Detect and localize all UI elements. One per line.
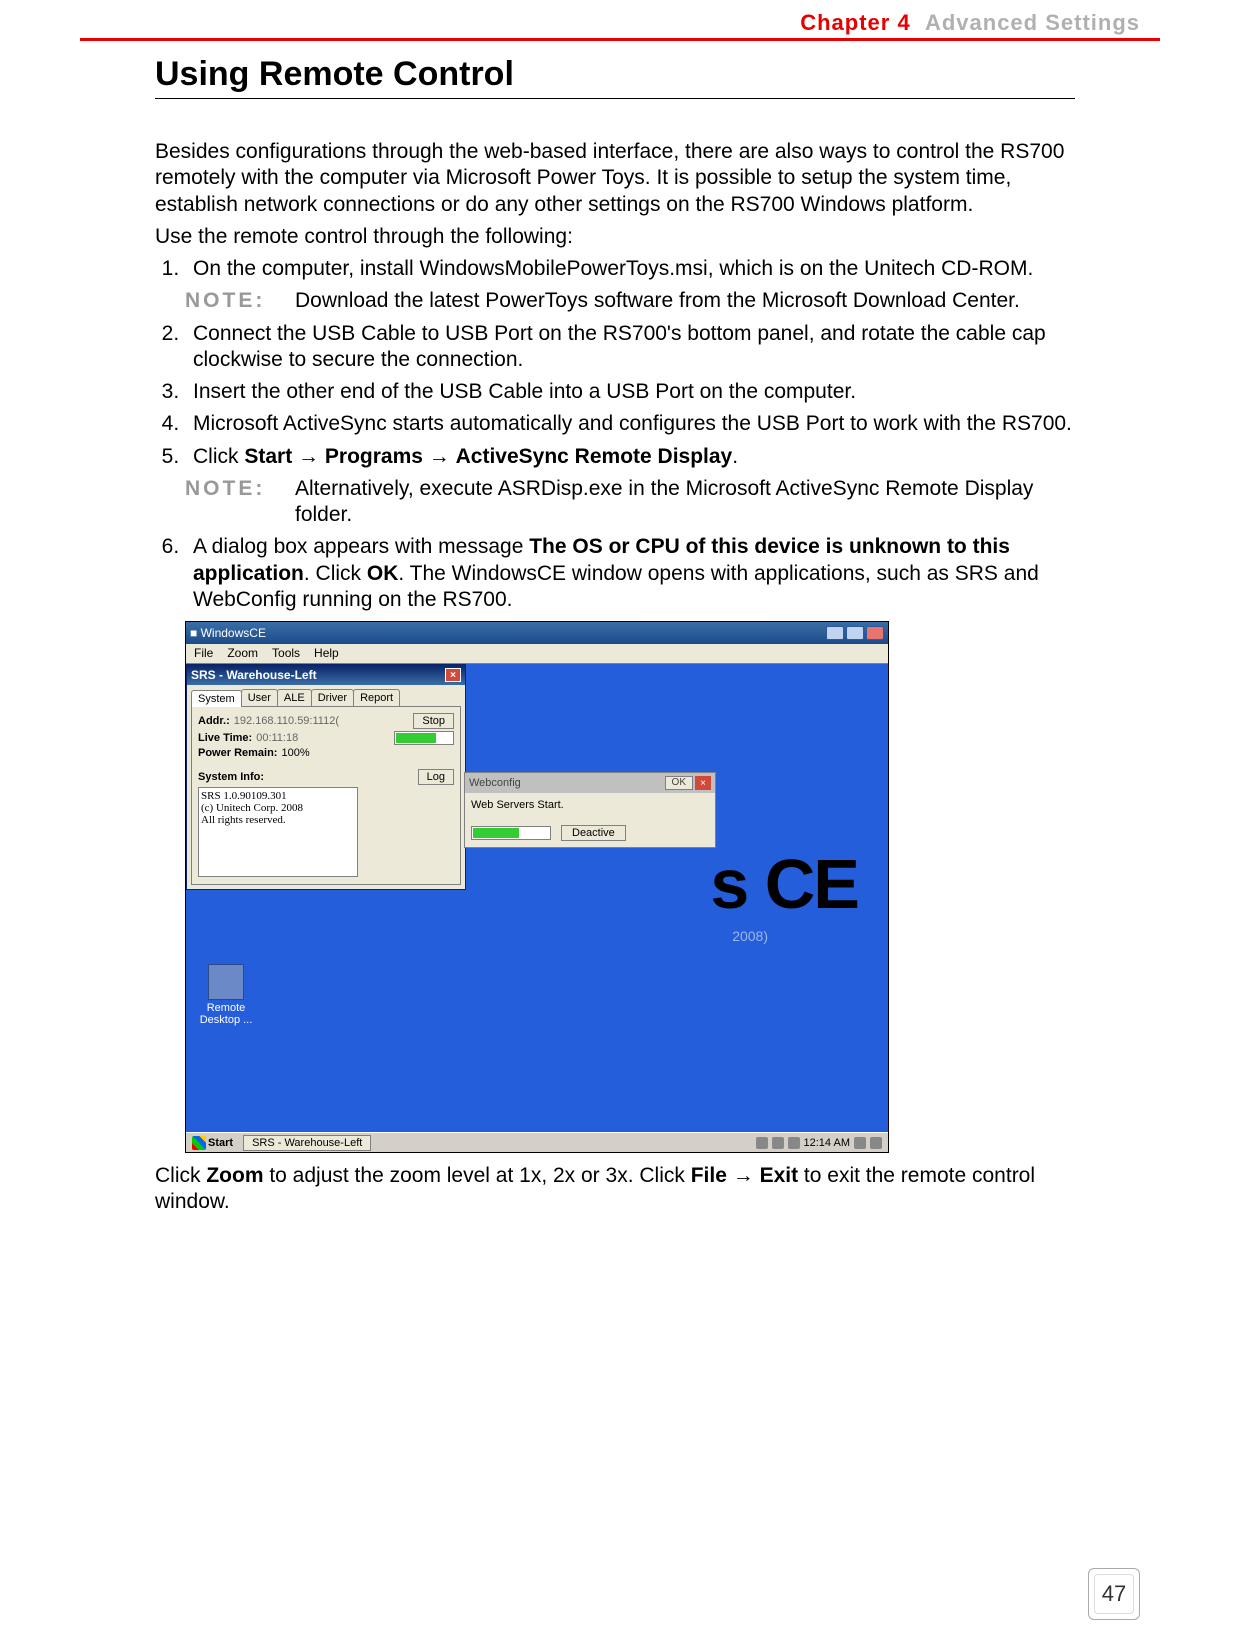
progress-bar: [394, 731, 454, 745]
clock: 12:14 AM: [804, 1137, 850, 1149]
note-text: Download the latest PowerToys software f…: [295, 288, 1085, 314]
srs-title-text: SRS - Warehouse-Left: [191, 668, 317, 682]
page-content: Using Remote Control Besides configurati…: [155, 55, 1085, 1222]
step-1: On the computer, install WindowsMobilePo…: [185, 256, 1085, 282]
maximize-icon[interactable]: [846, 626, 864, 640]
tray-icon[interactable]: [772, 1137, 784, 1149]
tab-ale[interactable]: ALE: [277, 689, 312, 706]
taskbar-task[interactable]: SRS - Warehouse-Left: [243, 1135, 371, 1151]
window-caption-buttons: [826, 626, 884, 640]
tab-report[interactable]: Report: [353, 689, 400, 706]
taskbar: Start SRS - Warehouse-Left 12:14 AM: [186, 1132, 888, 1152]
note-label: NOTE:: [185, 476, 295, 529]
tab-system[interactable]: System: [191, 690, 242, 707]
deactive-button[interactable]: Deactive: [561, 825, 626, 841]
srs-window[interactable]: SRS - Warehouse-Left × System User ALE D…: [186, 664, 466, 890]
windowsce-screenshot: ■ WindowsCE File Zoom Tools Help s CE 20…: [185, 621, 889, 1153]
step-2: Connect the USB Cable to USB Port on the…: [185, 321, 1085, 374]
page-header: Chapter 4 Advanced Settings: [0, 10, 1240, 42]
steps-list-cont2: A dialog box appears with message The OS…: [185, 534, 1085, 613]
webconfig-message: Web Servers Start.: [471, 799, 709, 811]
outro-paragraph: Click Zoom to adjust the zoom level at 1…: [155, 1163, 1085, 1216]
outer-window-titlebar[interactable]: ■ WindowsCE: [186, 622, 888, 644]
srs-tabs: System User ALE Driver Report: [187, 685, 465, 706]
tab-driver[interactable]: Driver: [311, 689, 354, 706]
menu-zoom[interactable]: Zoom: [227, 646, 258, 661]
chapter-number: Chapter 4: [800, 10, 910, 35]
windows-flag-icon: [192, 1136, 206, 1150]
step-4: Microsoft ActiveSync starts automaticall…: [185, 411, 1085, 437]
ce-background-year: 2008): [732, 928, 768, 944]
outer-window-title: ■ WindowsCE: [190, 626, 266, 640]
close-icon[interactable]: [866, 626, 884, 640]
minimize-icon[interactable]: [826, 626, 844, 640]
addr-label: Addr.:: [198, 715, 230, 727]
tray-icon[interactable]: [788, 1137, 800, 1149]
tray-icon[interactable]: [870, 1137, 882, 1149]
header-rule: [80, 38, 1160, 41]
power-remain-label: Power Remain:: [198, 747, 277, 759]
note-label: NOTE:: [185, 288, 295, 314]
note-1: NOTE: Download the latest PowerToys soft…: [185, 288, 1085, 314]
srs-titlebar[interactable]: SRS - Warehouse-Left ×: [187, 665, 465, 685]
intro-paragraph-1: Besides configurations through the web-b…: [155, 139, 1085, 218]
progress-bar: [471, 826, 551, 840]
stop-button[interactable]: Stop: [413, 713, 454, 729]
addr-value: 192.168.110.59:1112(: [234, 715, 339, 727]
monitor-icon: [208, 964, 244, 1000]
system-tray: 12:14 AM: [750, 1137, 888, 1149]
webconfig-body: Web Servers Start. Deactive: [465, 793, 715, 847]
page-title: Using Remote Control: [155, 55, 1085, 94]
ce-desktop: s CE 2008) Remote Desktop ... SRS - Ware…: [186, 664, 888, 1132]
tab-user[interactable]: User: [241, 689, 278, 706]
step-6: A dialog box appears with message The OS…: [185, 534, 1085, 613]
live-time-value: 00:11:18: [256, 732, 298, 744]
remote-desktop-icon[interactable]: Remote Desktop ...: [196, 964, 256, 1026]
step-5: Click Start → Programs → ActiveSync Remo…: [185, 444, 1085, 470]
step-3: Insert the other end of the USB Cable in…: [185, 379, 1085, 405]
tray-icon[interactable]: [854, 1137, 866, 1149]
webconfig-window[interactable]: Webconfig OK × Web Servers Start. Deacti…: [464, 772, 716, 848]
power-remain-value: 100%: [281, 747, 309, 759]
log-button[interactable]: Log: [418, 769, 454, 785]
page-number: 47: [1088, 1568, 1140, 1620]
note-text: Alternatively, execute ASRDisp.exe in th…: [295, 476, 1085, 529]
webconfig-titlebar[interactable]: Webconfig OK ×: [465, 773, 715, 793]
system-info-label: System Info:: [198, 771, 264, 783]
steps-list-cont: Connect the USB Cable to USB Port on the…: [185, 321, 1085, 470]
tray-icon[interactable]: [756, 1137, 768, 1149]
menu-bar: File Zoom Tools Help: [186, 644, 888, 664]
close-icon[interactable]: ×: [695, 776, 711, 790]
srs-panel: Addr.: 192.168.110.59:1112( Stop Live Ti…: [191, 706, 461, 885]
menu-tools[interactable]: Tools: [272, 646, 300, 661]
steps-list: On the computer, install WindowsMobilePo…: [185, 256, 1085, 282]
ok-button[interactable]: OK: [665, 776, 693, 790]
webconfig-title: Webconfig: [469, 777, 521, 789]
close-icon[interactable]: ×: [445, 668, 461, 682]
ce-background-logo: s CE: [710, 844, 858, 924]
menu-help[interactable]: Help: [314, 646, 339, 661]
intro-paragraph-2: Use the remote control through the follo…: [155, 224, 1085, 250]
live-time-label: Live Time:: [198, 732, 252, 744]
chapter-label: Chapter 4 Advanced Settings: [800, 10, 1140, 36]
start-button[interactable]: Start: [186, 1136, 239, 1150]
menu-file[interactable]: File: [194, 646, 213, 661]
system-info-text[interactable]: [198, 787, 358, 877]
chapter-section: Advanced Settings: [925, 10, 1140, 35]
note-2: NOTE: Alternatively, execute ASRDisp.exe…: [185, 476, 1085, 529]
title-rule: [155, 98, 1075, 99]
